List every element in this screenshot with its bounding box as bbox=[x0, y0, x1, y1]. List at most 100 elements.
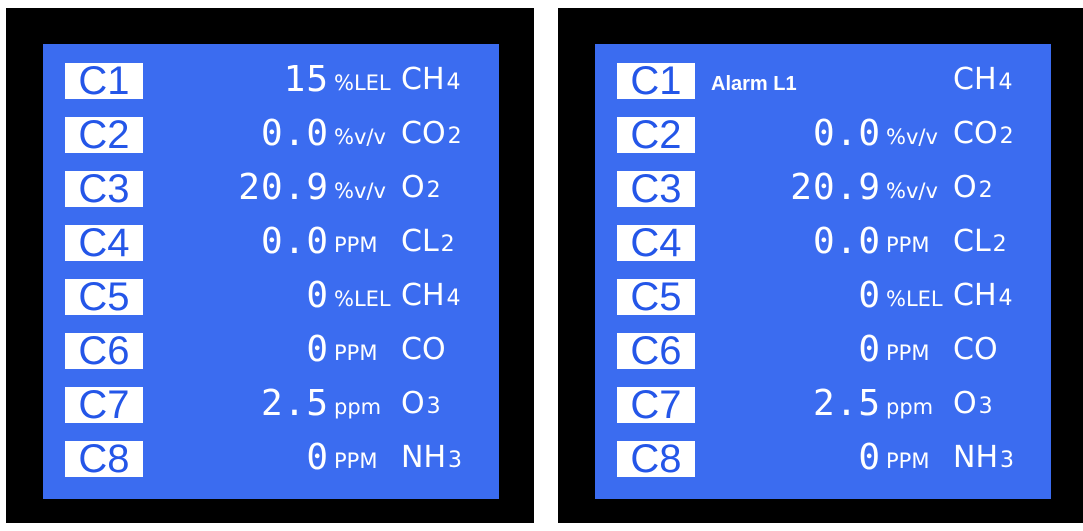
channel-row-c7: C7 2.5 ppm O3 bbox=[43, 380, 499, 430]
channel-label: C8 bbox=[617, 439, 695, 479]
reading-value: 0.0 bbox=[260, 221, 329, 262]
channel-label: C6 bbox=[617, 331, 695, 371]
gas-name: CH4 bbox=[401, 281, 461, 314]
gas-name: CO bbox=[953, 335, 1000, 368]
gas-formula: CL bbox=[953, 224, 991, 259]
channel-label: C1 bbox=[65, 61, 143, 101]
reading-value: 0.0 bbox=[812, 221, 881, 262]
lcd-screen-left: C1 15 %LEL CH4 C2 0.0 %v/v CO2 C3 20.9 %… bbox=[43, 44, 499, 499]
reading-unit: ppm bbox=[886, 395, 934, 419]
reading-unit: %v/v bbox=[334, 125, 386, 149]
gas-formula: CO bbox=[401, 116, 446, 151]
channel-label: C3 bbox=[65, 169, 143, 209]
reading-unit: %v/v bbox=[334, 179, 386, 203]
channel-row-c6: C6 0 PPM CO bbox=[595, 326, 1051, 376]
gas-formula: O bbox=[401, 386, 425, 421]
gas-name: NH3 bbox=[953, 443, 1014, 476]
gas-subscript: 4 bbox=[998, 70, 1013, 95]
channel-label: C8 bbox=[65, 439, 143, 479]
reading-unit: %v/v bbox=[886, 125, 938, 149]
channel-label: C1 bbox=[617, 61, 695, 101]
reading-value: 0.0 bbox=[812, 113, 881, 154]
reading-value: 0 bbox=[858, 437, 881, 478]
gas-name: O3 bbox=[953, 389, 993, 422]
gas-subscript: 2 bbox=[447, 124, 462, 149]
channel-label: C5 bbox=[65, 277, 143, 317]
reading-value: 0 bbox=[858, 275, 881, 316]
gas-formula: CL bbox=[401, 224, 439, 259]
gas-subscript: 4 bbox=[446, 286, 461, 311]
gas-name: NH3 bbox=[401, 443, 462, 476]
reading-unit: %LEL bbox=[334, 71, 391, 95]
gas-name: O2 bbox=[953, 173, 993, 206]
reading-unit: PPM bbox=[886, 233, 930, 257]
gas-formula: CH bbox=[953, 62, 997, 97]
channel-row-c8: C8 0 PPM NH3 bbox=[43, 434, 499, 484]
channel-row-c1: C1 15 %LEL CH4 bbox=[43, 56, 499, 106]
gas-formula: O bbox=[953, 170, 977, 205]
channel-label: C5 bbox=[617, 277, 695, 317]
channel-row-c5: C5 0 %LEL CH4 bbox=[43, 272, 499, 322]
gas-name: CL2 bbox=[401, 227, 455, 260]
channel-label: C4 bbox=[65, 223, 143, 263]
gas-formula: CH bbox=[401, 278, 445, 313]
reading-unit: %v/v bbox=[886, 179, 938, 203]
reading-unit: PPM bbox=[886, 341, 930, 365]
reading-value: 2.5 bbox=[812, 383, 881, 424]
reading-value: 0 bbox=[858, 329, 881, 370]
reading-value: 0 bbox=[306, 437, 329, 478]
channel-label: C4 bbox=[617, 223, 695, 263]
gas-formula: CO bbox=[953, 116, 998, 151]
reading-unit: PPM bbox=[334, 341, 378, 365]
gas-name: CO bbox=[401, 335, 448, 368]
reading-unit: PPM bbox=[334, 233, 378, 257]
lcd-screen-right: C1 Alarm L1 CH4 C2 0.0 %v/v CO2 C3 20.9 … bbox=[595, 44, 1051, 499]
gas-name: CH4 bbox=[401, 65, 461, 98]
gas-subscript: 2 bbox=[999, 124, 1014, 149]
channel-row-c5: C5 0 %LEL CH4 bbox=[595, 272, 1051, 322]
gas-name: CL2 bbox=[953, 227, 1007, 260]
channel-label: C6 bbox=[65, 331, 143, 371]
gas-name: O3 bbox=[401, 389, 441, 422]
channel-row-c2: C2 0.0 %v/v CO2 bbox=[595, 110, 1051, 160]
channel-row-c1: C1 Alarm L1 CH4 bbox=[595, 56, 1051, 106]
gas-subscript: 3 bbox=[1000, 448, 1014, 473]
reading-value: 0 bbox=[306, 329, 329, 370]
gas-name: O2 bbox=[401, 173, 441, 206]
gas-formula: NH bbox=[401, 440, 446, 475]
reading-unit: %LEL bbox=[886, 287, 943, 311]
gas-formula: NH bbox=[953, 440, 998, 475]
reading-value: 15 bbox=[283, 59, 329, 100]
gas-subscript: 2 bbox=[978, 178, 993, 203]
gas-subscript: 3 bbox=[426, 394, 441, 419]
channel-row-c3: C3 20.9 %v/v O2 bbox=[43, 164, 499, 214]
gas-subscript: 2 bbox=[992, 232, 1007, 257]
gas-formula: CH bbox=[953, 278, 997, 313]
gas-formula: CH bbox=[401, 62, 445, 97]
gas-subscript: 2 bbox=[440, 232, 455, 257]
reading-value: 0.0 bbox=[260, 113, 329, 154]
gas-name: CO2 bbox=[401, 119, 462, 152]
channel-label: C7 bbox=[65, 385, 143, 425]
channel-row-c3: C3 20.9 %v/v O2 bbox=[595, 164, 1051, 214]
channel-label: C3 bbox=[617, 169, 695, 209]
gas-subscript: 4 bbox=[998, 286, 1013, 311]
reading-value: 2.5 bbox=[260, 383, 329, 424]
display-panel-left: C1 15 %LEL CH4 C2 0.0 %v/v CO2 C3 20.9 %… bbox=[6, 8, 534, 523]
gas-name: CH4 bbox=[953, 281, 1013, 314]
reading-value: 20.9 bbox=[790, 167, 881, 208]
alarm-status: Alarm L1 bbox=[711, 73, 797, 95]
gas-name: CH4 bbox=[953, 65, 1013, 98]
gas-formula: CO bbox=[401, 332, 446, 367]
gas-formula: O bbox=[401, 170, 425, 205]
gas-subscript: 3 bbox=[448, 448, 462, 473]
reading-unit: ppm bbox=[334, 395, 382, 419]
channel-row-c8: C8 0 PPM NH3 bbox=[595, 434, 1051, 484]
channel-label: C2 bbox=[65, 115, 143, 155]
reading-value: 20.9 bbox=[238, 167, 329, 208]
display-panel-right: C1 Alarm L1 CH4 C2 0.0 %v/v CO2 C3 20.9 … bbox=[558, 8, 1083, 523]
reading-value: 0 bbox=[306, 275, 329, 316]
reading-unit: PPM bbox=[886, 449, 930, 473]
gas-subscript: 2 bbox=[426, 178, 441, 203]
channel-row-c4: C4 0.0 PPM CL2 bbox=[43, 218, 499, 268]
